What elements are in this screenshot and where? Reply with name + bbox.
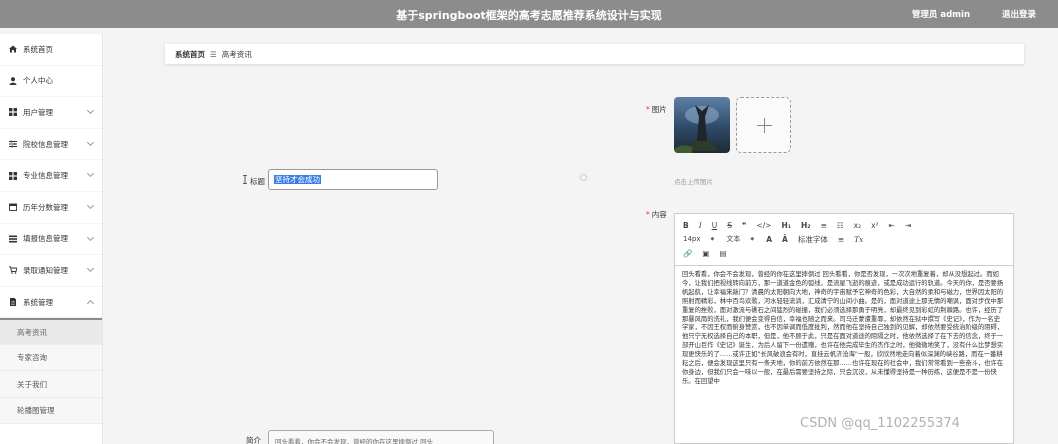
- chevron-down-icon: [86, 107, 95, 115]
- caret-icon: ◆: [750, 236, 755, 242]
- font-color-button[interactable]: A: [766, 235, 772, 244]
- intro-textarea[interactable]: 回头看看，你会不会发现，曾经的你在这里摔倒过 回头: [268, 430, 494, 444]
- ordered-list-button[interactable]: ≡: [821, 221, 827, 230]
- heading2-button[interactable]: H₂: [801, 221, 811, 230]
- required-mark: *: [646, 105, 650, 114]
- superscript-button[interactable]: x²: [871, 221, 878, 230]
- sliders-icon: [9, 140, 17, 148]
- home-icon: [9, 45, 17, 53]
- chevron-down-icon: [86, 170, 95, 178]
- uploaded-image-thumbnail[interactable]: [674, 97, 730, 153]
- image-label-text: 图片: [651, 105, 667, 114]
- sidebar-item-label: 用户管理: [23, 107, 53, 117]
- user-icon: [9, 77, 17, 85]
- bold-button[interactable]: B: [683, 221, 689, 230]
- sidebar-subitem-about[interactable]: 关于我们: [0, 371, 102, 398]
- chevron-down-icon: [86, 138, 95, 146]
- sidebar-item-label: 填报信息管理: [23, 234, 68, 244]
- text-cursor-icon: [242, 175, 248, 186]
- sidebar-item-colleges[interactable]: 院校信息管理: [0, 129, 102, 161]
- editor-toolbar: B I U S ❞ </> H₁ H₂ ≡ ☷ x₂ x² ⇤ ⇥ 14px ◆ …: [675, 214, 1013, 266]
- strikethrough-button[interactable]: S: [727, 221, 732, 230]
- sidebar-item-label: 历年分数管理: [23, 202, 68, 212]
- sidebar-item-admissions[interactable]: 录取通知管理: [0, 255, 102, 287]
- sidebar-item-home[interactable]: 系统首页: [0, 34, 102, 66]
- chevron-down-icon: [86, 265, 95, 273]
- required-mark: *: [646, 210, 650, 219]
- heading1-button[interactable]: H₁: [781, 221, 791, 230]
- chevron-up-icon: [86, 299, 95, 307]
- app-title: 基于springboot框架的高考志愿推荐系统设计与实现: [396, 9, 662, 22]
- rich-text-editor[interactable]: B I U S ❞ </> H₁ H₂ ≡ ☷ x₂ x² ⇤ ⇥ 14px ◆ …: [674, 213, 1014, 444]
- font-size-value: 14px: [683, 235, 701, 243]
- text-style-select[interactable]: 文本 ◆: [726, 234, 754, 244]
- upload-tip: 点击上传图片: [674, 178, 713, 186]
- content-label-text: 内容: [651, 210, 667, 219]
- sidebar-item-label: 专业信息管理: [23, 171, 68, 181]
- outdent-button[interactable]: ⇤: [889, 221, 895, 230]
- title-input[interactable]: 坚持才会成功: [268, 169, 438, 190]
- sidebar-item-majors[interactable]: 专业信息管理: [0, 160, 102, 192]
- indent-button[interactable]: ⇥: [905, 221, 911, 230]
- sidebar-item-system[interactable]: 系统管理: [0, 287, 102, 319]
- upload-image-button[interactable]: [736, 97, 791, 153]
- intro-label: 简介: [246, 436, 261, 444]
- title-label: 标题: [250, 176, 265, 187]
- document-icon: [9, 298, 17, 307]
- sidebar-item-label: 录取通知管理: [23, 265, 68, 275]
- font-size-select[interactable]: 14px ◆: [683, 235, 714, 243]
- top-bar: 基于springboot框架的高考志愿推荐系统设计与实现 管理员 admin 退…: [0, 0, 1058, 28]
- grid-icon: [9, 108, 17, 117]
- list-icon: [9, 235, 17, 243]
- sidebar-item-label: 系统首页: [23, 44, 53, 54]
- breadcrumb: 系统首页 ☰ 高考资讯: [165, 44, 1024, 64]
- sidebar-item-profile[interactable]: 个人中心: [0, 66, 102, 98]
- underline-button[interactable]: U: [712, 221, 718, 230]
- breadcrumb-current: 高考资讯: [221, 49, 252, 59]
- title-input-value: 坚持才会成功: [274, 175, 321, 184]
- background-color-button[interactable]: Ā: [782, 235, 788, 244]
- sidebar-item-label: 院校信息管理: [23, 139, 68, 149]
- sidebar: 系统首页 个人中心 用户管理 院校信息管理 专业信息管理 历年分数管理 填报信息…: [0, 34, 103, 444]
- quote-button[interactable]: ❞: [742, 221, 746, 230]
- calendar-icon: [9, 203, 17, 212]
- image-label: * 图片: [646, 104, 667, 115]
- subscript-button[interactable]: x₂: [854, 221, 861, 230]
- breadcrumb-separator-icon: ☰: [210, 49, 217, 59]
- sidebar-subitem-news[interactable]: 高考资讯: [0, 318, 102, 345]
- clear-format-button[interactable]: Tx: [854, 235, 863, 244]
- admin-label: 管理员 admin: [911, 10, 970, 20]
- sidebar-subitem-carousel[interactable]: 轮播图管理: [0, 397, 102, 425]
- caret-icon: ◆: [710, 236, 715, 242]
- content-label: * 内容: [646, 209, 667, 220]
- clear-icon[interactable]: [580, 174, 587, 181]
- chevron-down-icon: [86, 233, 95, 241]
- font-family-select[interactable]: 标准字体: [798, 234, 828, 245]
- image-icon[interactable]: ▣: [702, 249, 709, 258]
- sidebar-item-label: 个人中心: [23, 76, 53, 86]
- breadcrumb-home[interactable]: 系统首页: [175, 49, 205, 60]
- text-style-value: 文本: [726, 235, 741, 243]
- chevron-down-icon: [86, 201, 95, 210]
- italic-button[interactable]: I: [699, 221, 702, 230]
- title-label-text: 标题: [250, 177, 265, 186]
- watermark: CSDN @qq_1102255374: [800, 416, 960, 431]
- plus-icon-vertical: [764, 118, 765, 133]
- sidebar-item-label: 系统管理: [23, 297, 53, 307]
- code-button[interactable]: </>: [756, 221, 771, 230]
- sidebar-item-scores[interactable]: 历年分数管理: [0, 192, 102, 224]
- link-icon[interactable]: 🔗: [683, 249, 692, 258]
- cart-icon: [9, 266, 17, 275]
- sidebar-subitem-consult[interactable]: 专家咨询: [0, 344, 102, 372]
- logout-button[interactable]: 退出登录: [1002, 8, 1036, 20]
- align-button[interactable]: ≡: [838, 235, 844, 244]
- sidebar-item-applications[interactable]: 填报信息管理: [0, 224, 102, 256]
- sidebar-item-users[interactable]: 用户管理: [0, 97, 102, 129]
- video-icon[interactable]: ▤: [719, 249, 726, 258]
- bullet-list-button[interactable]: ☷: [837, 221, 844, 230]
- grid-icon: [9, 171, 17, 180]
